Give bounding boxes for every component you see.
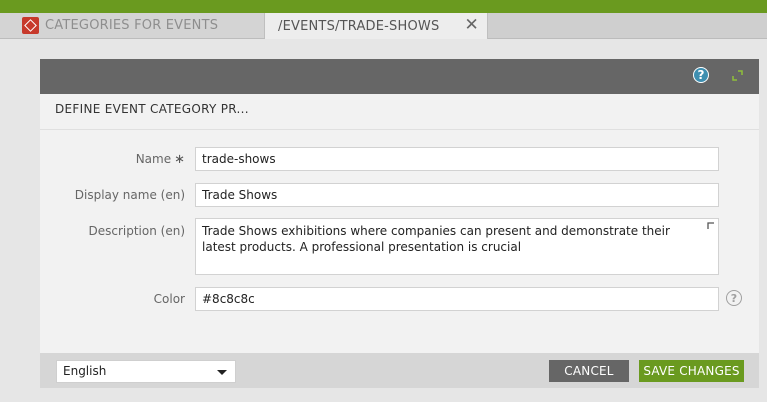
description-text: Trade Shows exhibitions where companies … (202, 224, 670, 254)
description-field[interactable]: Trade Shows exhibitions where companies … (195, 218, 719, 275)
divider (40, 129, 759, 130)
close-icon[interactable]: ✕ (465, 15, 479, 35)
chevron-down-icon (217, 370, 227, 375)
color-label: Color (153, 292, 185, 306)
help-icon[interactable]: ? (693, 67, 709, 83)
top-accent-bar (0, 0, 767, 13)
panel-title: DEFINE EVENT CATEGORY PR... (55, 102, 249, 116)
resize-icon[interactable] (707, 222, 715, 230)
description-label: Description (en) (88, 224, 185, 238)
display-name-field[interactable]: Trade Shows (195, 183, 719, 207)
name-label: Name ∗ (135, 152, 185, 167)
app-logo-icon (22, 17, 39, 34)
tab-strip: CATEGORIES FOR EVENTS /EVENTS/TRADE-SHOW… (0, 13, 767, 39)
cancel-button[interactable]: CANCEL (549, 360, 629, 382)
tab-trade-shows[interactable]: /EVENTS/TRADE-SHOWS ✕ (265, 13, 488, 39)
help-icon[interactable]: ? (726, 290, 742, 306)
panel-header: ? (40, 59, 759, 94)
name-field[interactable]: trade-shows (195, 147, 719, 171)
panel-footer: English CANCEL SAVE CHANGES (40, 353, 759, 388)
display-name-label: Display name (en) (74, 188, 185, 202)
tab-label: /EVENTS/TRADE-SHOWS (278, 18, 440, 34)
tab-label: CATEGORIES FOR EVENTS (45, 18, 219, 33)
required-icon: ∗ (174, 152, 185, 167)
color-field[interactable]: #8c8c8c (195, 287, 719, 311)
edit-panel: ? DEFINE EVENT CATEGORY PR... Name ∗ trad… (40, 59, 759, 353)
language-select[interactable]: English (56, 360, 236, 383)
language-value: English (63, 364, 107, 378)
save-changes-button[interactable]: SAVE CHANGES (639, 360, 744, 382)
tab-categories-for-events[interactable]: CATEGORIES FOR EVENTS (0, 13, 265, 38)
expand-icon[interactable] (732, 70, 743, 81)
